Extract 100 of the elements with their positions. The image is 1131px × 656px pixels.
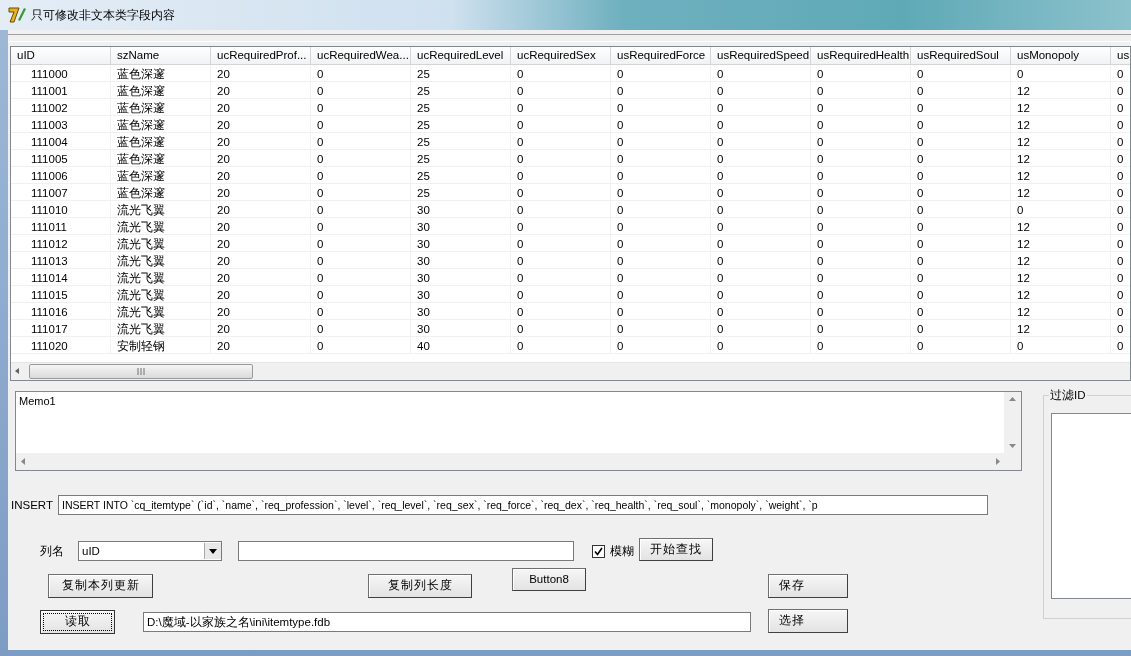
table-cell: 0 [911,269,1011,286]
column-header[interactable]: usRequiredSoul [911,47,1011,65]
table-cell: 20 [211,133,311,150]
save-button[interactable]: 保存 [768,573,848,598]
file-path-field[interactable]: D:\魔域-以家族之名\ini\itemtype.fdb [143,611,751,632]
table-cell: 0 [311,82,411,99]
id-list[interactable] [1051,412,1131,599]
table-cell: 流光飞翼 [111,252,211,269]
table-cell: 0 [511,269,611,286]
table-cell: 蓝色深邃 [111,82,211,99]
table-cell: 0 [911,201,1011,218]
table-cell: 0 [811,303,911,320]
select-button[interactable]: 选择 [768,608,848,633]
fuzzy-checkbox[interactable] [592,544,605,558]
memo-box[interactable]: Memo1 [15,390,1022,471]
search-button[interactable]: 开始查找 [639,537,713,561]
table-cell: 0 [711,218,811,235]
table-cell: 0 [311,167,411,184]
table-cell: 0 [811,252,911,269]
table-cell: 0 [1111,167,1130,184]
table-cell: 0 [811,201,911,218]
table-cell: 0 [1111,65,1130,82]
insert-field[interactable]: INSERT INTO `cq_itemtype` (`id`, `name`, `req_profession`, `level`, `req_level`, `req_sex`, `req_force`, `req_dex`, `req_health`, `req_soul`, `monopoly`, `weight`, `p [57,494,988,515]
table-cell: 111005 [11,150,111,167]
column-header[interactable]: usRequiredForce [611,47,711,65]
table-cell: 12 [1011,252,1111,269]
table-cell: 0 [311,286,411,303]
table-cell: 0 [911,133,1011,150]
button8-button[interactable]: Button8 [512,567,586,591]
table-cell: 12 [1011,116,1111,133]
table-cell: 0 [711,184,811,201]
table-cell: 0 [1111,150,1130,167]
search-field[interactable] [238,541,574,562]
column-header[interactable]: ucRequiredSex [511,47,611,65]
column-header[interactable]: usRequiredSpeed [711,47,811,65]
table-cell: 20 [211,201,311,218]
table-cell: 0 [1111,99,1130,116]
column-header[interactable]: ucRequiredWea... [311,47,411,65]
column-header[interactable]: usRequiredHealth [811,47,911,65]
table-cell: 0 [511,133,611,150]
table-cell: 20 [211,150,311,167]
table-cell: 0 [311,133,411,150]
table-cell: 12 [1011,218,1111,235]
table-cell: 0 [911,337,1011,354]
table-cell: 0 [711,167,811,184]
table-cell: 0 [611,303,711,320]
column-header[interactable]: ucRequiredLevel [411,47,511,65]
table-cell: 流光飞翼 [111,269,211,286]
table-cell: 0 [311,303,411,320]
table-cell: 0 [711,286,811,303]
table-cell: 12 [1011,303,1111,320]
column-header[interactable]: ucRequiredProf... [211,47,311,65]
column-header[interactable]: szName [111,47,211,65]
table-cell: 25 [411,167,511,184]
column-header[interactable]: usMonopoly [1011,47,1111,65]
column-dropdown[interactable]: uID [78,541,222,562]
table-cell: 0 [711,337,811,354]
copy-length-button[interactable]: 复制列长度 [368,573,472,598]
table-cell: 0 [311,235,411,252]
horizontal-scrollbar[interactable] [11,361,1130,380]
table-cell: 0 [1111,320,1130,337]
table-cell: 0 [511,286,611,303]
table-cell: 0 [811,133,911,150]
memo-text: Memo1 [18,393,57,409]
table-cell: 0 [611,133,711,150]
column-label: 列名 [40,543,64,559]
table-cell: 0 [611,235,711,252]
table-cell: 0 [911,286,1011,303]
table-cell: 0 [1111,218,1130,235]
table-cell: 0 [511,116,611,133]
column-header[interactable]: uID [11,47,111,65]
table-cell: 0 [511,82,611,99]
table-cell: 20 [211,320,311,337]
table-cell: 0 [811,337,911,354]
table-cell: 111014 [11,269,111,286]
table-cell: 0 [511,235,611,252]
table-cell: 30 [411,252,511,269]
table-cell: 0 [611,150,711,167]
table-cell: 0 [711,235,811,252]
table-cell: 20 [211,167,311,184]
table-cell: 0 [511,65,611,82]
window-title: 只可修改非文本类字段内容 [31,6,175,24]
table-cell: 0 [611,167,711,184]
table-cell: 流光飞翼 [111,286,211,303]
check-icon [594,546,603,556]
table-cell: 0 [811,184,911,201]
table-cell: 12 [1011,235,1111,252]
table-cell: 0 [811,116,911,133]
copy-update-button[interactable]: 复制本列更新 [48,573,153,598]
read-button[interactable]: 读取 [40,609,115,634]
table-cell: 流光飞翼 [111,320,211,337]
table-cell: 12 [1011,167,1111,184]
table-cell: 0 [711,65,811,82]
table-cell: 111003 [11,116,111,133]
table-cell: 111007 [11,184,111,201]
table-cell: 20 [211,218,311,235]
table-cell: 蓝色深邃 [111,116,211,133]
scrollbar-thumb[interactable] [29,363,253,379]
table-cell: 111015 [11,286,111,303]
table-cell: 0 [911,167,1011,184]
